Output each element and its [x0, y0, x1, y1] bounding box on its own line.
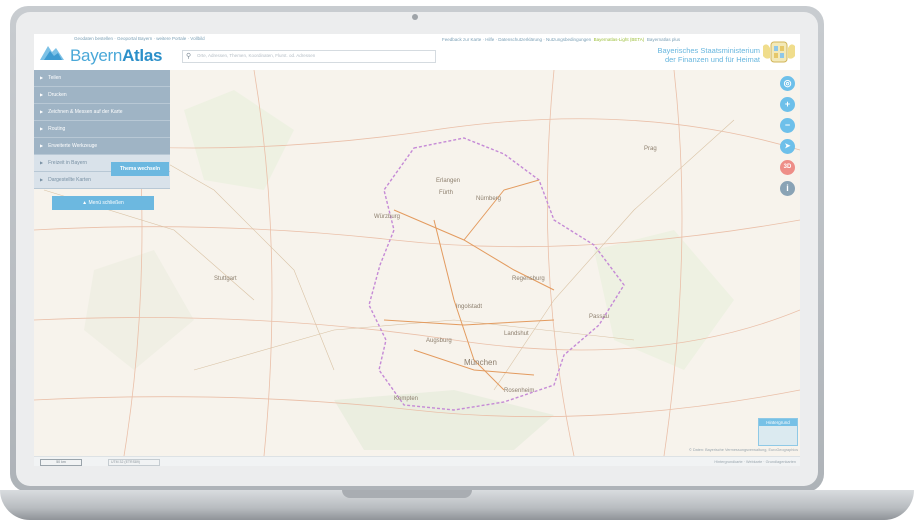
compass-icon[interactable]: ➤: [780, 139, 795, 154]
header-link-group[interactable]: Feedback zur Karte · Hilfe · Datenschutz…: [442, 37, 591, 42]
map-label-prag: Prag: [644, 146, 657, 152]
footer: 50 km UTM 32 (ETRS89) Hintergrundkarte ·…: [34, 456, 800, 466]
brand-title[interactable]: BayernAtlas: [70, 46, 162, 66]
menu-item-label: Drucken: [48, 92, 67, 98]
laptop-notch: [342, 490, 472, 498]
menu-item-label: Zeichnen & Messen auf der Karte: [48, 109, 123, 115]
map-label-fuerth: Fürth: [439, 190, 453, 196]
chevron-right-icon: ▶: [40, 160, 44, 165]
search-placeholder: Orte, Adressen, Themen, Koordinaten, Flu…: [197, 53, 316, 58]
background-info[interactable]: Hintergrundkarte · Webkarte · Grundlagen…: [714, 460, 796, 464]
menu-item-label: Freizeit in Bayern: [48, 160, 87, 166]
menu-item-label: Dargestellte Karten: [48, 177, 91, 183]
menu-item-teilen[interactable]: ▶ Teilen: [34, 70, 170, 87]
menu-item-label: Erweiterte Werkzeuge: [48, 143, 98, 149]
zoom-in-icon[interactable]: +: [780, 97, 795, 112]
menu-item-label: Teilen: [48, 75, 62, 81]
menu-item-routing[interactable]: ▶ Routing: [34, 121, 170, 138]
chevron-right-icon: ▶: [40, 92, 44, 97]
app-screen: Geodaten bestellen · Geoportal Bayern · …: [34, 34, 800, 466]
header: Geodaten bestellen · Geoportal Bayern · …: [34, 34, 800, 71]
menu-item-drucken[interactable]: ▶ Drucken: [34, 87, 170, 104]
scale-bar: 50 km: [40, 459, 82, 466]
top-links[interactable]: Geodaten bestellen · Geoportal Bayern · …: [74, 36, 205, 41]
chevron-right-icon: ▶: [40, 143, 44, 148]
background-switcher-label: Hintergrund: [759, 419, 797, 426]
chevron-right-icon: ▶: [40, 126, 44, 131]
camera: [412, 14, 418, 20]
map-label-landshut: Landshut: [504, 331, 529, 337]
search-icon: ⚲: [186, 53, 192, 60]
coordinate-system-select[interactable]: UTM 32 (ETRS89): [108, 459, 160, 466]
map-label-muenchen: München: [464, 358, 497, 367]
zoom-out-icon[interactable]: −: [780, 118, 795, 133]
locate-icon[interactable]: ◎: [780, 76, 795, 91]
info-icon[interactable]: i: [780, 181, 795, 196]
light-version-link[interactable]: Bayernatlas-Light (BETA): [594, 37, 645, 42]
map-label-erlangen: Erlangen: [436, 178, 460, 184]
chevron-right-icon: ▶: [40, 75, 44, 80]
brand-suffix: Atlas: [122, 46, 163, 65]
menu-item-zeichnen[interactable]: ▶ Zeichnen & Messen auf der Karte: [34, 104, 170, 121]
menu-item-label: Routing: [48, 126, 66, 132]
map-label-ingolstadt: Ingolstadt: [456, 304, 482, 310]
menu-item-werkzeuge[interactable]: ▶ Erweiterte Werkzeuge: [34, 138, 170, 155]
map-label-nuernberg: Nürnberg: [476, 196, 501, 202]
brand-prefix: Bayern: [70, 46, 123, 65]
map-label-rosenheim: Rosenheim: [504, 388, 534, 394]
chevron-right-icon: ▶: [40, 109, 44, 114]
close-menu-button[interactable]: ▲ Menü schließen: [52, 196, 154, 210]
copyright: © Daten: Bayerische Vermessungsverwaltun…: [689, 448, 798, 452]
map-label-passau: Passau: [589, 314, 609, 320]
change-theme-button[interactable]: Thema wechseln: [111, 162, 169, 176]
plus-link[interactable]: Bayernatlas plus: [647, 37, 680, 42]
search-input[interactable]: ⚲ Orte, Adressen, Themen, Koordinaten, F…: [182, 50, 436, 63]
header-links[interactable]: Feedback zur Karte · Hilfe · Datenschutz…: [442, 37, 680, 42]
bayernatlas-logo-icon[interactable]: [38, 42, 66, 64]
map-label-regensburg: Regensburg: [512, 276, 545, 282]
map-label-wuerzburg: Würzburg: [374, 214, 400, 220]
map-label-stuttgart: Stuttgart: [214, 276, 237, 282]
map-label-kempten: Kempten: [394, 396, 418, 402]
3d-icon[interactable]: 3D: [780, 160, 795, 175]
bavaria-crest-icon: [763, 41, 795, 63]
background-switcher[interactable]: Hintergrund: [758, 418, 798, 446]
map-label-augsburg: Augsburg: [426, 338, 452, 344]
chevron-right-icon: ▶: [40, 177, 44, 182]
close-menu-label: Menü schließen: [88, 200, 124, 206]
ministry-line-2: der Finanzen und für Heimat: [664, 54, 760, 64]
ministry-name: Bayerisches Staatsministerium der Finanz…: [657, 46, 760, 64]
